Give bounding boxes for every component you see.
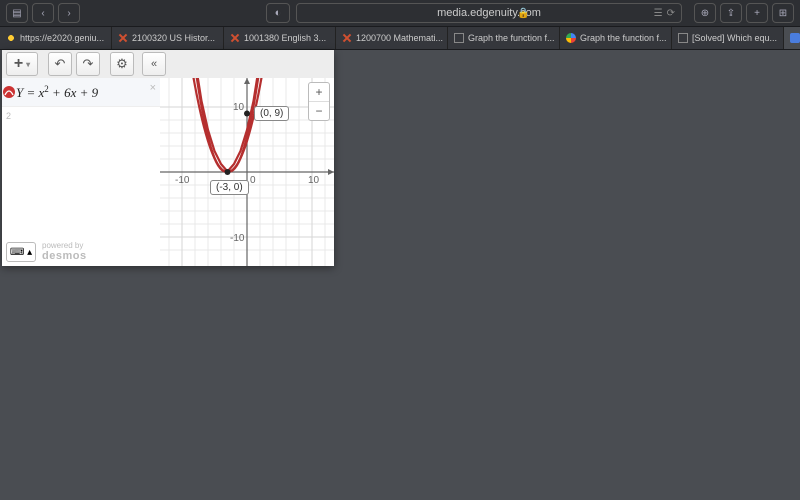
tab-label: https://e2020.geniu... [20,33,104,43]
browser-toolbar: ▤ ‹ › ◐ 🔒 media.edgenuity.com ☰⟳ ⊕ ⇪ + ⊞ [0,0,800,27]
tab-7[interactable]: Desmos Graphing C... [784,27,800,49]
privacy-shield-icon[interactable]: ◐ [266,3,290,23]
back-button[interactable]: ‹ [32,3,54,23]
axis-label: -10 [230,233,244,244]
desmos-frame: + ↶ ↷ ⚙ « 🔧 Y = x2 + 6x + 9 × 2 ⌨ ▴ powe… [2,50,334,266]
expression-list: Y = x2 + 6x + 9 × 2 ⌨ ▴ powered by desmo… [2,78,160,266]
share-button[interactable]: ⇪ [720,3,742,23]
tab-0[interactable]: https://e2020.geniu... [0,27,112,49]
tab-1[interactable]: 2100320 US Histor... [112,27,224,49]
add-expression-button[interactable]: + [6,52,38,76]
tab-label: 2100320 US Histor... [132,33,215,43]
settings-button[interactable]: ⚙ [110,52,134,76]
bulb-icon [6,33,16,43]
sidebar-toggle[interactable]: ▤ [6,3,28,23]
google-icon [566,33,576,43]
tab-5[interactable]: Graph the function f... [560,27,672,49]
row-index: 2 [6,111,11,121]
desmos-icon [790,33,800,43]
lock-icon: 🔒 [517,8,529,19]
delete-expression-icon[interactable]: × [150,82,156,94]
axis-label: 0 [250,175,256,186]
new-tab-button[interactable]: + [746,3,768,23]
tab-3[interactable]: 1200700 Mathemati... [336,27,448,49]
redo-button[interactable]: ↷ [76,52,100,76]
desmos-toolbar: + ↶ ↷ ⚙ « [2,50,334,79]
tab-label: 1200700 Mathemati... [356,33,443,43]
axis-label: 10 [233,102,244,113]
tab-label: Graph the function f... [580,33,667,43]
expression-footer: ⌨ ▴ powered by desmos [6,242,87,262]
reader-icon[interactable]: ☰ [654,8,663,19]
reload-icon[interactable]: ⟳ [667,8,675,19]
expression-row[interactable]: Y = x2 + 6x + 9 × [2,78,160,107]
tab-label: 1001380 English 3... [244,33,326,43]
keyboard-button[interactable]: ⌨ ▴ [6,242,36,262]
collapse-panel-button[interactable]: « [142,52,166,76]
downloads-button[interactable]: ⊕ [694,3,716,23]
expression-text[interactable]: Y = x2 + 6x + 9 [16,84,98,101]
point-label-yint: (0, 9) [254,106,289,121]
x-icon [230,33,240,43]
desmos-logo: desmos [42,250,87,262]
tab-label: Graph the function f... [468,33,555,43]
expression-color-icon[interactable] [2,78,16,106]
zoom-in-button[interactable]: + [309,83,329,102]
square-icon [678,33,688,43]
address-bar[interactable]: 🔒 media.edgenuity.com ☰⟳ [296,3,682,23]
axis-label: 10 [308,175,319,186]
forward-button[interactable]: › [58,3,80,23]
zoom-out-button[interactable]: − [309,102,329,120]
x-icon [342,33,352,43]
square-icon [454,33,464,43]
x-icon [118,33,128,43]
tab-4[interactable]: Graph the function f... [448,27,560,49]
expression-row-empty[interactable]: 2 [2,107,160,125]
graph-pane[interactable]: -10 0 10 10 -10 (-3, 0) (0, 9) + − [160,78,334,266]
powered-by-label: powered by [42,242,87,250]
tab-label: [Solved] Which equ... [692,33,777,43]
tab-2[interactable]: 1001380 English 3... [224,27,336,49]
tab-strip: https://e2020.geniu... 2100320 US Histor… [0,27,800,50]
zoom-controls: + − [308,82,330,121]
tab-6[interactable]: [Solved] Which equ... [672,27,784,49]
tab-overview-button[interactable]: ⊞ [772,3,794,23]
undo-button[interactable]: ↶ [48,52,72,76]
axis-label: -10 [175,175,189,186]
point-label-vertex: (-3, 0) [210,180,249,195]
